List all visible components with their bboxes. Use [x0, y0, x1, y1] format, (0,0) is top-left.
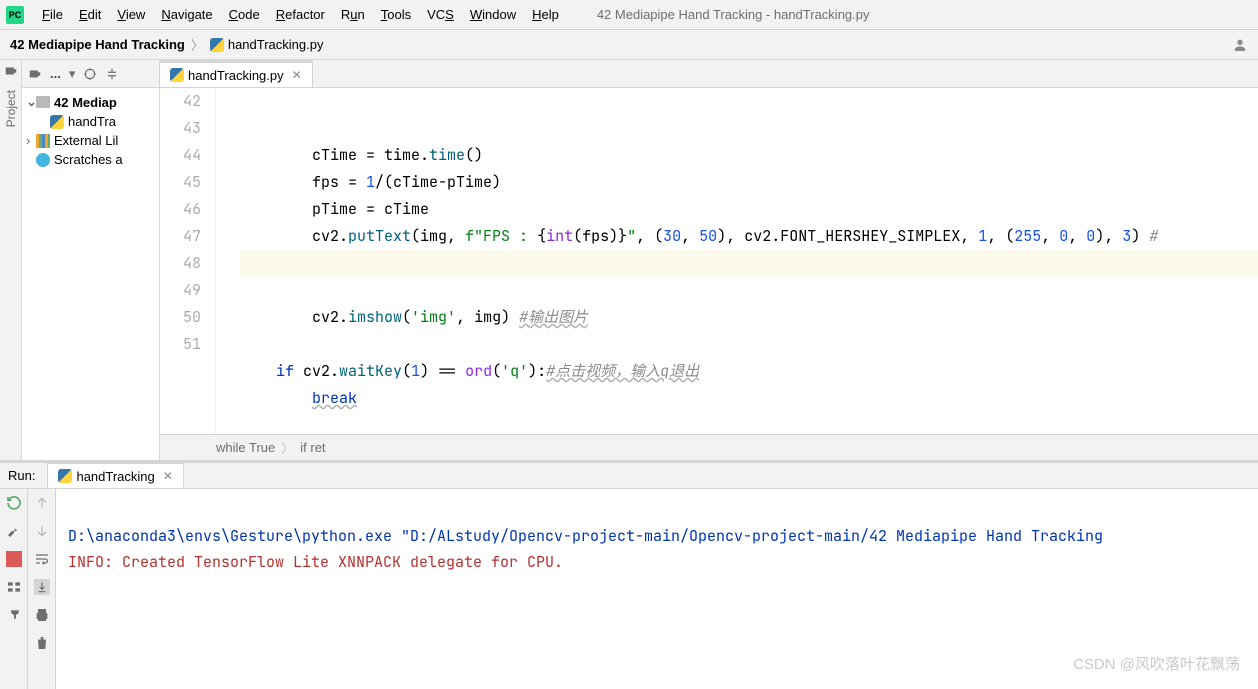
run-body: D:\anaconda3\envs\Gesture\python.exe "D:… [0, 489, 1258, 689]
run-tab[interactable]: handTracking ✕ [47, 463, 183, 488]
project-tree: ⌄42 Mediap handTra ›External Lil Scratch… [22, 88, 159, 173]
editor-breadcrumb: while True 〉 if ret [160, 434, 1258, 460]
tree-file[interactable]: handTra [22, 112, 159, 131]
menu-file[interactable]: File [34, 3, 71, 26]
scroll-icon[interactable] [34, 579, 50, 595]
close-icon[interactable]: ✕ [163, 469, 173, 483]
console-line: INFO: Created TensorFlow Lite XNNPACK de… [68, 552, 563, 572]
menu-view[interactable]: View [109, 3, 153, 26]
project-view-icon[interactable] [28, 67, 42, 81]
footer-crumb[interactable]: while True [216, 440, 275, 455]
fold-gutter [216, 88, 234, 434]
editor-area: handTracking.py ✕ 42 43 44 45 46 47 48 4… [160, 60, 1258, 460]
rerun-icon[interactable] [6, 495, 22, 511]
run-label: Run: [8, 468, 35, 483]
run-tab-label: handTracking [76, 469, 154, 484]
project-panel: ...▾ ⌄42 Mediap handTra ›External Lil Sc… [22, 60, 160, 460]
menu-window[interactable]: Window [462, 3, 524, 26]
pin-icon[interactable] [2, 604, 25, 627]
collapse-icon[interactable] [105, 67, 119, 81]
footer-crumb[interactable]: if ret [300, 440, 325, 455]
python-file-icon [58, 469, 72, 483]
editor-tab-bar: handTracking.py ✕ [160, 60, 1258, 88]
breadcrumb: 42 Mediapipe Hand Tracking 〉 handTrackin… [0, 30, 1258, 60]
print-icon[interactable] [34, 607, 50, 623]
arrow-down-icon[interactable] [34, 523, 50, 539]
menu-navigate[interactable]: Navigate [153, 3, 220, 26]
layout-icon[interactable] [6, 579, 22, 595]
arrow-up-icon[interactable] [34, 495, 50, 511]
project-tool-label: Project [4, 90, 18, 127]
run-toolbar-right [28, 489, 56, 689]
user-icon[interactable] [1232, 37, 1248, 53]
wrap-icon[interactable] [34, 551, 50, 567]
menu-edit[interactable]: Edit [71, 3, 109, 26]
breadcrumb-root[interactable]: 42 Mediapipe Hand Tracking [10, 37, 185, 52]
trash-icon[interactable] [34, 635, 50, 651]
menu-vcs[interactable]: VCS [419, 3, 462, 26]
target-icon[interactable] [83, 67, 97, 81]
editor-tab[interactable]: handTracking.py ✕ [160, 60, 313, 87]
close-icon[interactable]: ✕ [292, 68, 302, 82]
tree-external[interactable]: ›External Lil [22, 131, 159, 150]
app-icon: PC [6, 6, 24, 24]
main-area: Project ...▾ ⌄42 Mediap handTra ›Externa… [0, 60, 1258, 460]
breadcrumb-file[interactable]: handTracking.py [228, 37, 324, 52]
menu-run[interactable]: Run [333, 3, 373, 26]
chevron-right-icon: 〉 [191, 35, 204, 54]
wrench-icon[interactable] [6, 523, 22, 539]
run-tab-bar: Run: handTracking ✕ [0, 463, 1258, 489]
line-gutter: 42 43 44 45 46 47 48 49 50 51 [160, 88, 216, 434]
menu-refactor[interactable]: Refactor [268, 3, 333, 26]
window-title: 42 Mediapipe Hand Tracking - handTrackin… [597, 7, 870, 22]
menu-tools[interactable]: Tools [373, 3, 419, 26]
menu-help[interactable]: Help [524, 3, 567, 26]
tree-scratches[interactable]: Scratches a [22, 150, 159, 169]
console-output[interactable]: D:\anaconda3\envs\Gesture\python.exe "D:… [56, 489, 1258, 689]
menu-code[interactable]: Code [221, 3, 268, 26]
editor-tab-label: handTracking.py [188, 68, 284, 83]
python-file-icon [210, 38, 224, 52]
stop-icon[interactable] [6, 551, 22, 567]
console-line: D:\anaconda3\envs\Gesture\python.exe "D:… [68, 526, 1103, 546]
code-content[interactable]: cTime = time.time() fps = 1/(cTime-pTime… [234, 88, 1258, 434]
run-toolbar-left [0, 489, 28, 689]
code-editor[interactable]: 42 43 44 45 46 47 48 49 50 51 cTime = ti… [160, 88, 1258, 434]
project-panel-header: ...▾ [22, 60, 159, 88]
python-file-icon [170, 68, 184, 82]
tree-root[interactable]: ⌄42 Mediap [22, 92, 159, 112]
project-tool-tab[interactable]: Project [0, 60, 22, 460]
menu-bar: PC File Edit View Navigate Code Refactor… [0, 0, 1258, 30]
run-panel: Run: handTracking ✕ D:\anaconda3\envs\Ge… [0, 460, 1258, 689]
